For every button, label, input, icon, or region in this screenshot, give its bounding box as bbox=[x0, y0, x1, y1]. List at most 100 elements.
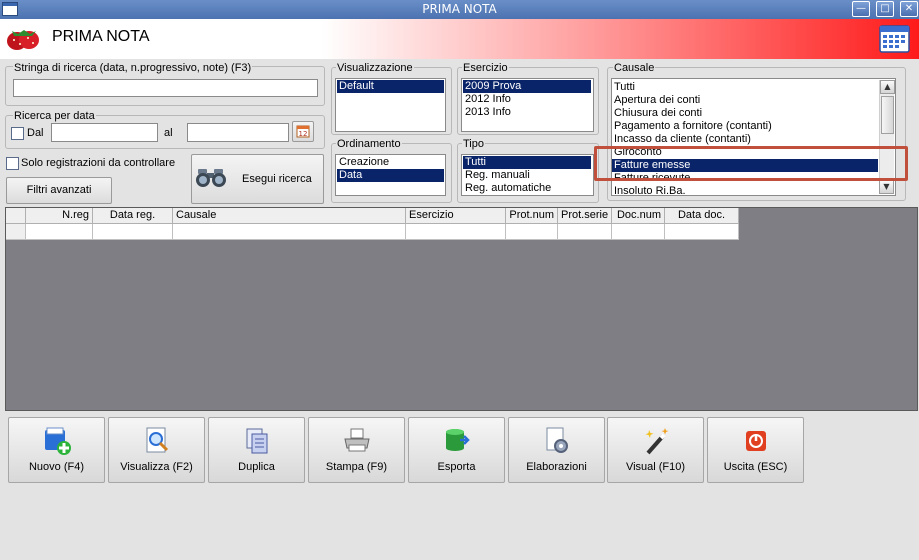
list-item[interactable]: 2012 Info bbox=[463, 93, 592, 106]
list-item[interactable]: Reg. manuali bbox=[463, 169, 592, 182]
causale-scrollbar[interactable]: ▲ ▼ bbox=[879, 80, 895, 194]
tipo-label: Tipo bbox=[462, 138, 485, 150]
window-title: PRIMA NOTA bbox=[422, 2, 497, 16]
scroll-up-arrow-icon[interactable]: ▲ bbox=[880, 80, 895, 94]
esercizio-listbox[interactable]: 2009 Prova 2012 Info 2013 Info bbox=[461, 78, 594, 132]
grid-header-prot-num[interactable]: Prot.num bbox=[506, 208, 558, 224]
visual-button[interactable]: Visual (F10) bbox=[607, 417, 704, 483]
list-item[interactable]: 2009 Prova bbox=[463, 80, 591, 93]
print-button-label: Stampa (F9) bbox=[325, 461, 388, 473]
magnifier-document-icon bbox=[146, 427, 169, 453]
magic-wand-icon bbox=[645, 428, 669, 455]
grid-header-nreg[interactable]: N.reg bbox=[26, 208, 93, 224]
list-item[interactable]: Tutti bbox=[612, 81, 895, 94]
grid-cell[interactable] bbox=[173, 224, 406, 240]
printer-icon bbox=[344, 428, 370, 452]
calendar-small-icon: 12 bbox=[296, 125, 310, 138]
advanced-filters-button[interactable]: Filtri avanzati bbox=[6, 177, 112, 204]
date-to-field[interactable] bbox=[187, 123, 289, 142]
causale-listbox[interactable]: Tutti Apertura dei conti Chiusura dei co… bbox=[611, 78, 896, 196]
grid-corner bbox=[6, 208, 26, 224]
grid-cell[interactable] bbox=[612, 224, 665, 240]
visualizzazione-label: Visualizzazione bbox=[336, 62, 414, 74]
grid-header-data-doc[interactable]: Data doc. bbox=[665, 208, 739, 224]
list-item[interactable]: Fatture emesse bbox=[612, 159, 878, 172]
gear-document-icon bbox=[546, 427, 568, 453]
list-item[interactable]: Creazione bbox=[337, 156, 444, 169]
grid-header-esercizio[interactable]: Esercizio bbox=[406, 208, 506, 224]
duplicate-button[interactable]: Duplica bbox=[208, 417, 305, 483]
run-search-label: Esegui ricerca bbox=[242, 173, 312, 185]
export-button-label: Esporta bbox=[437, 461, 476, 473]
list-item[interactable]: Insoluto Ri.Ba. bbox=[612, 185, 895, 195]
table-row-indicator[interactable] bbox=[6, 224, 26, 240]
list-item[interactable]: 2013 Info bbox=[463, 106, 592, 119]
grid-header-prot-serie[interactable]: Prot.serie bbox=[558, 208, 612, 224]
new-button[interactable]: Nuovo (F4) bbox=[8, 417, 105, 483]
grid-header-doc-num[interactable]: Doc.num bbox=[612, 208, 665, 224]
processing-button[interactable]: Elaborazioni bbox=[508, 417, 605, 483]
date-from-field[interactable] bbox=[51, 123, 158, 142]
duplicate-button-label: Duplica bbox=[238, 461, 275, 473]
list-item[interactable]: Pagamento a fornitore (contanti) bbox=[612, 120, 895, 133]
svg-text:12: 12 bbox=[299, 130, 308, 138]
duplicate-icon bbox=[246, 428, 268, 454]
view-button-label: Visualizza (F2) bbox=[120, 461, 193, 473]
new-document-icon bbox=[45, 427, 71, 455]
records-grid[interactable]: N.reg Data reg. Causale Esercizio Prot.n… bbox=[5, 207, 918, 411]
search-label: Stringa di ricerca (data, n.progressivo,… bbox=[13, 62, 253, 74]
new-button-label: Nuovo (F4) bbox=[28, 461, 85, 473]
export-button[interactable]: Esporta bbox=[408, 417, 505, 483]
visualizzazione-listbox[interactable]: Default bbox=[335, 78, 446, 132]
grid-cell[interactable] bbox=[665, 224, 739, 240]
window-title-bar[interactable]: PRIMA NOTA bbox=[0, 0, 919, 19]
date-filter-checkbox[interactable] bbox=[11, 127, 24, 140]
visual-button-label: Visual (F10) bbox=[625, 461, 686, 473]
tipo-listbox[interactable]: Tutti Reg. manuali Reg. automatiche bbox=[461, 154, 594, 196]
list-item[interactable]: Apertura dei conti bbox=[612, 94, 895, 107]
search-input[interactable] bbox=[13, 79, 318, 97]
esercizio-label: Esercizio bbox=[462, 62, 509, 74]
grid-cell[interactable] bbox=[406, 224, 506, 240]
database-export-icon bbox=[446, 429, 470, 451]
date-to-label: al bbox=[164, 127, 173, 139]
list-item[interactable]: Chiusura dei conti bbox=[612, 107, 895, 120]
only-to-check-label: Solo registrazioni da controllare bbox=[21, 157, 176, 169]
causale-label: Causale bbox=[613, 62, 656, 74]
list-item[interactable]: Tutti bbox=[463, 156, 591, 169]
page-title: PRIMA NOTA bbox=[52, 28, 150, 45]
window-icon[interactable] bbox=[2, 2, 18, 16]
minimize-icon[interactable]: — bbox=[852, 1, 870, 17]
maximize-icon[interactable]: □ bbox=[876, 1, 894, 17]
binoculars-icon bbox=[196, 169, 226, 187]
exit-button-label: Uscita (ESC) bbox=[723, 461, 788, 473]
run-search-button[interactable]: Esegui ricerca bbox=[191, 154, 324, 204]
grid-cell[interactable] bbox=[26, 224, 93, 240]
only-to-check-checkbox[interactable] bbox=[6, 157, 19, 170]
processing-button-label: Elaborazioni bbox=[526, 461, 587, 473]
list-item[interactable]: Default bbox=[337, 80, 444, 93]
list-item[interactable]: Incasso da cliente (contanti) bbox=[612, 133, 895, 146]
list-item[interactable]: Data bbox=[337, 169, 444, 182]
view-button[interactable]: Visualizza (F2) bbox=[108, 417, 205, 483]
ordinamento-listbox[interactable]: Creazione Data bbox=[335, 154, 446, 196]
grid-cell[interactable] bbox=[558, 224, 612, 240]
grid-header-data-reg[interactable]: Data reg. bbox=[93, 208, 173, 224]
grid-cell[interactable] bbox=[93, 224, 173, 240]
list-item[interactable]: Reg. automatiche bbox=[463, 182, 592, 195]
list-item[interactable]: Fatture ricevute bbox=[612, 172, 895, 185]
grid-cell[interactable] bbox=[506, 224, 558, 240]
scroll-thumb[interactable] bbox=[881, 96, 894, 134]
list-item[interactable]: Giroconto bbox=[612, 146, 895, 159]
close-icon[interactable]: ✕ bbox=[900, 1, 918, 17]
date-search-label: Ricerca per data bbox=[13, 110, 96, 122]
ordinamento-label: Ordinamento bbox=[336, 138, 402, 150]
exit-button[interactable]: Uscita (ESC) bbox=[707, 417, 804, 483]
scroll-down-arrow-icon[interactable]: ▼ bbox=[879, 180, 894, 194]
print-button[interactable]: Stampa (F9) bbox=[308, 417, 405, 483]
strawberry-logo-icon bbox=[7, 30, 39, 50]
date-from-label: Dal bbox=[27, 127, 44, 139]
grid-header-causale[interactable]: Causale bbox=[173, 208, 406, 224]
date-picker-button[interactable]: 12 bbox=[292, 121, 314, 142]
calendar-icon[interactable] bbox=[879, 24, 910, 53]
